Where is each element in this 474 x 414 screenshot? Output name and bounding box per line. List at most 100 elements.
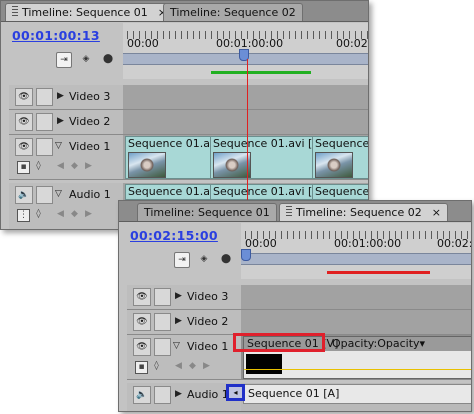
opacity-menu-label: Opacity:Opacity — [332, 337, 420, 350]
track-lane-video-1: Sequence 01.av Sequence 01.avi [V] Seque… — [123, 135, 368, 180]
track-header-video-2: 👁 ▶ Video 2 — [127, 310, 241, 335]
toggle-track-lock[interactable] — [154, 313, 171, 331]
clip-label: Sequence 01 [A] — [248, 387, 340, 400]
expand-triangle-icon[interactable]: ▶ — [57, 116, 64, 126]
playhead-icon[interactable] — [241, 249, 251, 261]
next-keyframe-icon[interactable]: ▶ — [201, 361, 212, 372]
expand-triangle-icon[interactable]: ▶ — [175, 316, 182, 326]
track-label: Video 1 — [187, 340, 229, 353]
add-keyframe-icon[interactable]: ◆ — [69, 161, 80, 172]
highlight-box-audio-link[interactable]: ◂ — [226, 384, 245, 401]
audio-clip[interactable]: Sequence 0 — [312, 184, 369, 200]
snap-toggle-icon[interactable]: ⇥ — [56, 52, 72, 68]
track-label: Video 1 — [69, 140, 111, 153]
next-keyframe-icon[interactable]: ▶ — [83, 161, 94, 172]
video-clip[interactable]: Sequence 01.avi [V] — [210, 136, 313, 179]
toggle-track-lock[interactable] — [36, 113, 53, 131]
viewing-area-bar[interactable] — [241, 253, 471, 265]
toggle-track-output-icon[interactable]: 👁 — [15, 88, 33, 106]
expand-triangle-icon[interactable]: ▶ — [175, 291, 182, 301]
clip-label: Sequence 01.av — [128, 137, 211, 150]
set-encore-marker-icon[interactable]: ⬤ — [219, 252, 233, 266]
audio-clip[interactable]: Sequence 01.av — [125, 184, 211, 200]
toggle-track-lock[interactable] — [36, 138, 53, 156]
tab-timeline-sequence-02[interactable]: Timeline: Sequence 02 — [163, 3, 303, 21]
track-label: Video 3 — [69, 90, 111, 103]
time-ruler[interactable]: 00:00 00:01:00:00 00:02 — [123, 23, 368, 79]
expand-triangle-icon[interactable]: ▶ — [175, 389, 182, 399]
toggle-track-lock[interactable] — [154, 288, 171, 306]
snap-toggle-icon[interactable]: ⇥ — [174, 252, 190, 268]
toggle-track-lock[interactable] — [36, 88, 53, 106]
track-header-video-3: 👁 ▶ Video 3 — [9, 85, 123, 110]
track-header-video-1: 👁 ▽ Video 1 ▪ ◊ ◀ ◆ ▶ — [9, 135, 123, 180]
audio-clip[interactable]: Sequence 01.avi [A] — [210, 184, 313, 200]
toggle-track-lock[interactable] — [154, 338, 171, 356]
toggle-track-output-icon[interactable]: 👁 — [133, 313, 151, 331]
close-tab-icon[interactable]: × — [432, 206, 441, 219]
show-keyframes-icon[interactable]: ◊ — [33, 161, 44, 172]
toggle-track-lock[interactable] — [154, 386, 171, 404]
set-encore-marker-icon[interactable]: ⬤ — [101, 52, 115, 66]
toggle-track-lock[interactable] — [36, 186, 53, 204]
add-keyframe-icon[interactable]: ◆ — [187, 361, 198, 372]
toggle-track-output-speaker-icon[interactable]: 🔈 — [15, 186, 33, 204]
opacity-menu[interactable]: Opacity:Opacity▾ — [332, 337, 425, 350]
collapse-triangle-icon[interactable]: ▽ — [173, 341, 180, 351]
collapse-triangle-icon[interactable]: ▽ — [55, 189, 62, 199]
prev-keyframe-icon[interactable]: ◀ — [55, 209, 66, 220]
work-area-bar[interactable] — [327, 271, 430, 274]
set-marker-icon[interactable]: ◈ — [79, 52, 93, 66]
drag-grip-icon[interactable] — [286, 206, 292, 217]
display-style-icon[interactable]: ▪ — [135, 361, 148, 374]
toggle-track-output-icon[interactable]: 👁 — [133, 288, 151, 306]
track-lane-audio-1: Sequence 01 [A] ◂ — [226, 383, 471, 411]
video-clip[interactable]: Sequence 01.av — [125, 136, 211, 179]
toggle-track-output-icon[interactable]: 👁 — [15, 113, 33, 131]
clip-label: Sequence 0 — [315, 185, 369, 198]
timeline-panel-sequence-01: Timeline: Sequence 01× Timeline: Sequenc… — [0, 0, 369, 230]
next-keyframe-icon[interactable]: ▶ — [83, 209, 94, 220]
tab-timeline-sequence-01[interactable]: Timeline: Sequence 01 — [137, 203, 277, 221]
current-time-display[interactable]: 00:02:15:00 — [130, 228, 218, 243]
ruler-label: 00:02:00:00 — [437, 237, 471, 250]
tab-timeline-sequence-02[interactable]: Timeline: Sequence 02 × — [279, 203, 448, 221]
track-header-audio-1: 🔈 ▽ Audio 1 ⋮ ◊ ◀ ◆ ▶ — [9, 183, 123, 229]
audio-clip[interactable]: Sequence 01 [A] — [243, 384, 471, 404]
current-time-display[interactable]: 00:01:00:13 — [12, 28, 100, 43]
display-style-icon[interactable]: ▪ — [17, 161, 30, 174]
tab-label: Timeline: Sequence 01 — [144, 206, 270, 219]
tab-label: Timeline: Sequence 01 — [22, 6, 148, 19]
video-clip[interactable]: Sequence 0 — [312, 136, 368, 179]
ruler-label: 00:02 — [336, 37, 368, 50]
drag-grip-icon[interactable] — [12, 6, 18, 17]
work-area-bar[interactable] — [211, 71, 311, 74]
tab-label: Timeline: Sequence 02 — [296, 206, 422, 219]
prev-keyframe-icon[interactable]: ◀ — [55, 161, 66, 172]
audio-display-style-icon[interactable]: ⋮ — [17, 209, 30, 222]
expand-triangle-icon[interactable]: ▶ — [57, 91, 64, 101]
toggle-track-output-icon[interactable]: 👁 — [15, 138, 33, 156]
collapse-triangle-icon[interactable]: ▽ — [55, 141, 62, 151]
track-lane-video-2[interactable] — [123, 110, 368, 135]
track-lane-video-1: Sequence 01 [V] Opacity:Opacity▾ — [233, 333, 471, 380]
track-header-video-2: 👁 ▶ Video 2 — [9, 110, 123, 135]
opacity-line[interactable] — [244, 369, 471, 370]
add-keyframe-icon[interactable]: ◆ — [69, 209, 80, 220]
show-keyframes-icon[interactable]: ◊ — [33, 209, 44, 220]
show-keyframes-icon[interactable]: ◊ — [151, 361, 162, 372]
tab-timeline-sequence-01[interactable]: Timeline: Sequence 01× — [5, 3, 174, 21]
panel-tab-bar: Timeline: Sequence 01 Timeline: Sequence… — [119, 201, 471, 222]
toggle-track-output-icon[interactable]: 👁 — [133, 338, 151, 356]
track-lane-video-3[interactable] — [123, 85, 368, 110]
ruler-label: 00:00 — [127, 37, 159, 50]
time-ruler[interactable]: 00:00 00:01:00:00 00:02:00:00 — [241, 223, 471, 279]
clip-thumbnail — [128, 152, 166, 178]
ruler-label: 00:01:00:00 — [216, 37, 284, 50]
track-lane-video-2[interactable] — [241, 310, 471, 335]
set-marker-icon[interactable]: ◈ — [197, 252, 211, 266]
track-lane-video-3[interactable] — [241, 285, 471, 310]
prev-keyframe-icon[interactable]: ◀ — [173, 361, 184, 372]
ruler-label: 00:01:00:00 — [334, 237, 402, 250]
toggle-track-output-speaker-icon[interactable]: 🔈 — [133, 386, 151, 404]
